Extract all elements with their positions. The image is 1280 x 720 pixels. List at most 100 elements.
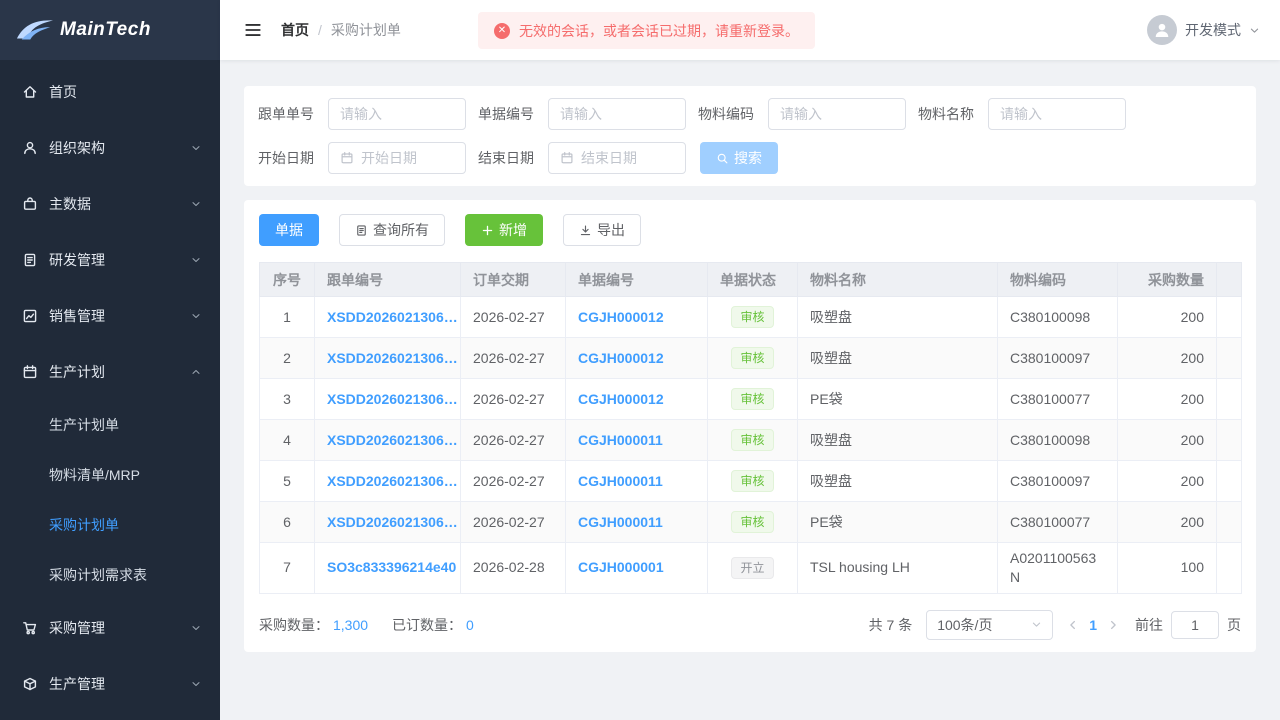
ordered-qty-value: 0 bbox=[466, 617, 474, 633]
start-date-input[interactable]: 开始日期 bbox=[328, 142, 466, 174]
material-name: 吸塑盘 bbox=[798, 297, 998, 338]
order-no-link[interactable]: XSDD2026021306… bbox=[315, 297, 461, 338]
goto-unit: 页 bbox=[1227, 615, 1241, 635]
order-no-link[interactable]: XSDD2026021306… bbox=[315, 379, 461, 420]
doc-button[interactable]: 单据 bbox=[259, 214, 319, 246]
material-name: 吸塑盘 bbox=[798, 338, 998, 379]
doc-no-link[interactable]: CGJH000012 bbox=[566, 338, 708, 379]
filter-field-label: 跟单单号 bbox=[258, 104, 315, 124]
sidebar-item-organization[interactable]: 组织架构 bbox=[0, 120, 220, 176]
add-button[interactable]: 新增 bbox=[465, 214, 543, 246]
delivery-date: 2026-02-28 bbox=[461, 543, 566, 594]
table-row: 6XSDD2026021306…2026-02-27CGJH000011审核PE… bbox=[260, 502, 1242, 543]
column-header: 采购数量 bbox=[1118, 263, 1217, 297]
goto-label: 前往 bbox=[1135, 615, 1163, 635]
doc-no-link[interactable]: CGJH000011 bbox=[566, 420, 708, 461]
purchase-qty: 200 bbox=[1118, 502, 1217, 543]
sidebar-item-production-plan[interactable]: 生产计划 bbox=[0, 344, 220, 400]
sidebar-item-master-data[interactable]: 主数据 bbox=[0, 176, 220, 232]
user-menu[interactable]: 开发模式 bbox=[1147, 15, 1260, 45]
sidebar-item-label: 组织架构 bbox=[49, 138, 190, 158]
material-code-input[interactable] bbox=[768, 98, 906, 130]
column-header: 物料名称 bbox=[798, 263, 998, 297]
material-code: C380100098 bbox=[998, 297, 1118, 338]
sidebar-item-purchase-plan-demand[interactable]: 采购计划需求表 bbox=[0, 550, 220, 600]
sidebar-item-bom-mrp[interactable]: 物料清单/MRP bbox=[0, 450, 220, 500]
order-no-link[interactable]: SO3c833396214e40 bbox=[315, 543, 461, 594]
delivery-date: 2026-02-27 bbox=[461, 338, 566, 379]
status-cell: 审核 bbox=[708, 379, 798, 420]
doc-no-link[interactable]: CGJH000001 bbox=[566, 543, 708, 594]
status-tag: 审核 bbox=[731, 429, 773, 451]
delivery-date: 2026-02-27 bbox=[461, 379, 566, 420]
empty-cell bbox=[1217, 338, 1242, 379]
prev-page-button[interactable] bbox=[1067, 619, 1079, 631]
doc-no-link[interactable]: CGJH000011 bbox=[566, 502, 708, 543]
doc-no-link[interactable]: CGJH000012 bbox=[566, 297, 708, 338]
query-all-button-label: 查询所有 bbox=[373, 220, 429, 240]
table-row: 2XSDD2026021306…2026-02-27CGJH000012审核吸塑… bbox=[260, 338, 1242, 379]
sidebar-item-purchase-management[interactable]: 采购管理 bbox=[0, 600, 220, 656]
user-icon bbox=[22, 140, 38, 156]
breadcrumb-home[interactable]: 首页 bbox=[281, 20, 309, 40]
sidebar-item-sales-management[interactable]: 销售管理 bbox=[0, 288, 220, 344]
next-page-button[interactable] bbox=[1107, 619, 1119, 631]
material-name: TSL housing LH bbox=[798, 543, 998, 594]
sidebar-item-label: 生产管理 bbox=[49, 674, 190, 694]
sidebar-item-label: 研发管理 bbox=[49, 250, 190, 270]
empty-cell bbox=[1217, 502, 1242, 543]
order-no-input[interactable] bbox=[328, 98, 466, 130]
order-no-link[interactable]: XSDD2026021306… bbox=[315, 502, 461, 543]
empty-cell bbox=[1217, 379, 1242, 420]
hamburger-menu-icon[interactable] bbox=[244, 21, 262, 39]
table-row: 1XSDD2026021306…2026-02-27CGJH000012审核吸塑… bbox=[260, 297, 1242, 338]
order-no-link[interactable]: XSDD2026021306… bbox=[315, 461, 461, 502]
sidebar-menu: 首页组织架构主数据研发管理销售管理生产计划生产计划单物料清单/MRP 采购计划单采… bbox=[0, 60, 220, 712]
sidebar-item-rd-management[interactable]: 研发管理 bbox=[0, 232, 220, 288]
download-icon bbox=[579, 224, 592, 237]
export-button-label: 导出 bbox=[597, 220, 625, 240]
main-area: 首页 / 采购计划单 ✕ 无效的会话，或者会话已过期，请重新登录。 开发模式 跟 bbox=[220, 0, 1280, 720]
search-icon bbox=[716, 152, 729, 165]
chart-icon bbox=[22, 308, 38, 324]
query-all-button[interactable]: 查询所有 bbox=[339, 214, 445, 246]
material-code: C380100097 bbox=[998, 338, 1118, 379]
calendar-icon bbox=[22, 364, 38, 380]
purchase-qty: 100 bbox=[1118, 543, 1217, 594]
sidebar-item-purchase-plan-order[interactable]: 采购计划单 bbox=[0, 500, 220, 550]
end-date-input[interactable]: 结束日期 bbox=[548, 142, 686, 174]
status-cell: 审核 bbox=[708, 420, 798, 461]
status-tag: 审核 bbox=[731, 470, 773, 492]
sidebar-item-label: 采购计划单 bbox=[49, 515, 119, 535]
filter-field-label: 单据编号 bbox=[478, 104, 535, 124]
status-tag: 审核 bbox=[731, 388, 773, 410]
sidebar-item-production-plan-order[interactable]: 生产计划单 bbox=[0, 400, 220, 450]
doc-no-link[interactable]: CGJH000012 bbox=[566, 379, 708, 420]
search-button[interactable]: 搜索 bbox=[700, 142, 778, 174]
goto-page-input[interactable] bbox=[1171, 611, 1219, 639]
delivery-date: 2026-02-27 bbox=[461, 461, 566, 502]
purchase-qty-label: 采购数量： bbox=[259, 615, 329, 635]
sidebar-item-home[interactable]: 首页 bbox=[0, 64, 220, 120]
table-header-row: 序号跟单编号订单交期单据编号单据状态物料名称物料编码采购数量 bbox=[260, 263, 1242, 297]
filter-field-end-date: 结束日期结束日期 bbox=[478, 142, 686, 174]
table-footer: 采购数量： 1,300 已订数量： 0 共 7 条 100条/页 bbox=[259, 610, 1241, 640]
doc-no-input[interactable] bbox=[548, 98, 686, 130]
empty-cell bbox=[1217, 461, 1242, 502]
home-icon bbox=[22, 84, 38, 100]
order-no-link[interactable]: XSDD2026021306… bbox=[315, 420, 461, 461]
page-size-select[interactable]: 100条/页 bbox=[926, 610, 1053, 640]
filter-field-order-no: 跟单单号 bbox=[258, 98, 466, 130]
doc-no-link[interactable]: CGJH000011 bbox=[566, 461, 708, 502]
pagination: 共 7 条 100条/页 1 bbox=[869, 610, 1241, 640]
status-cell: 审核 bbox=[708, 461, 798, 502]
material-name: PE袋 bbox=[798, 502, 998, 543]
order-no-link[interactable]: XSDD2026021306… bbox=[315, 338, 461, 379]
export-button[interactable]: 导出 bbox=[563, 214, 641, 246]
filter-field-material-name: 物料名称 bbox=[918, 98, 1126, 130]
sidebar-item-production-management[interactable]: 生产管理 bbox=[0, 656, 220, 712]
end-date-placeholder: 结束日期 bbox=[581, 148, 637, 168]
page-number[interactable]: 1 bbox=[1079, 617, 1107, 633]
toolbar: 单据 查询所有 新增 bbox=[259, 214, 1241, 246]
material-name-input[interactable] bbox=[988, 98, 1126, 130]
